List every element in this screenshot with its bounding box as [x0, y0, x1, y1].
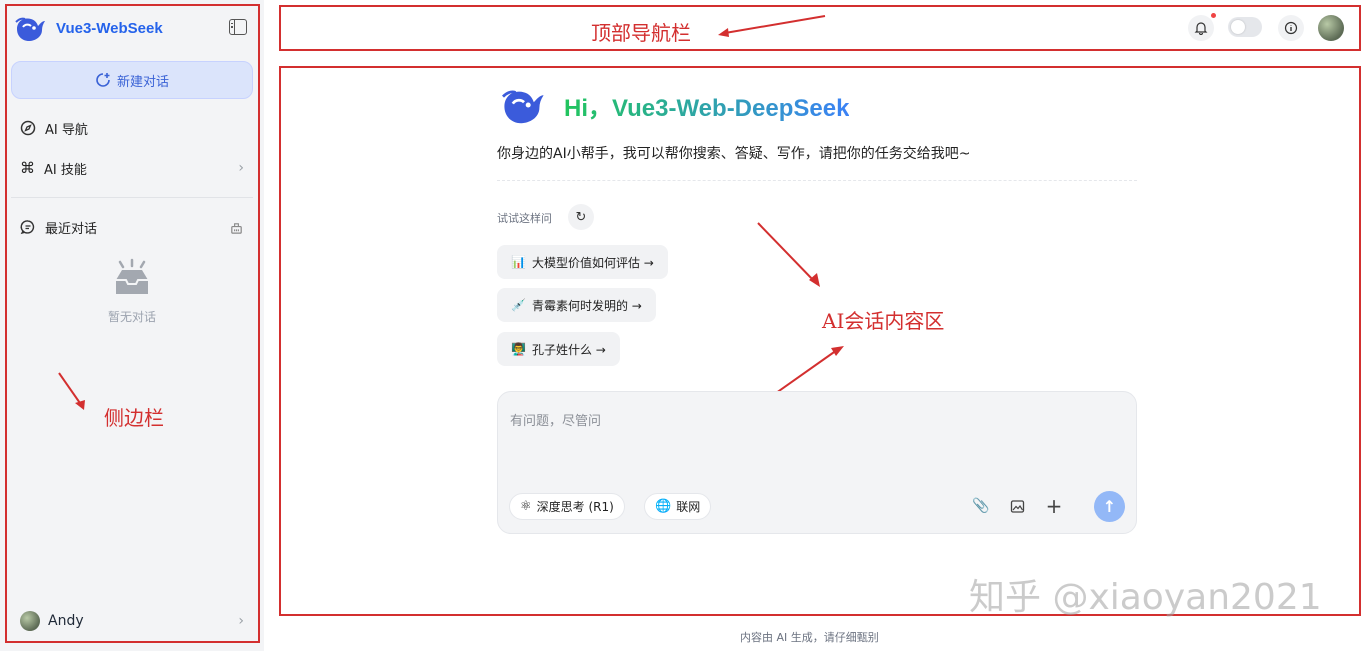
sidebar-item-ai-skills[interactable]: ⌘ AI 技能 ›: [20, 156, 244, 180]
brand-title: Vue3-WebSeek: [56, 19, 163, 37]
brand[interactable]: Vue3-WebSeek: [14, 12, 163, 44]
try-asking-label: 试试这样问: [497, 212, 552, 225]
theme-toggle[interactable]: [1228, 17, 1262, 37]
new-chat-label: 新建对话: [116, 74, 169, 90]
send-button[interactable]: ↑: [1094, 491, 1125, 522]
user-avatar[interactable]: [1318, 15, 1344, 41]
info-icon[interactable]: [1278, 15, 1304, 41]
web-search-toggle[interactable]: 🌐 联网: [644, 493, 712, 520]
deep-think-toggle[interactable]: ⚛ 深度思考 (R1): [509, 493, 625, 520]
annotation-arrow: [58, 372, 85, 410]
recent-chats-title: 最近对话: [45, 221, 98, 237]
new-chat-button[interactable]: 新建对话: [11, 61, 253, 99]
watermark: 知乎 @xiaoyan2021: [969, 577, 1322, 618]
top-nav: 顶部导航栏: [279, 5, 1361, 51]
chat-content-area: Hi，Vue3-Web-DeepSeek 你身边的AI小帮手，我可以帮你搜索、答…: [279, 66, 1361, 618]
hero: Hi，Vue3-Web-DeepSeek: [498, 84, 849, 126]
annotation-arrow: [718, 15, 826, 37]
chart-icon: 📊: [511, 255, 526, 269]
chat-plus-icon: [96, 73, 110, 87]
empty-state: 暂无对话: [90, 258, 174, 325]
sidebar-collapse-icon[interactable]: [229, 19, 247, 35]
user-name: Andy: [48, 613, 84, 629]
hero-subtitle: 你身边的AI小帮手，我可以帮你搜索、答疑、写作，请把你的任务交给我吧~: [497, 146, 971, 162]
suggestion-text: 青霉素何时发明的 →: [531, 298, 642, 313]
paperclip-icon[interactable]: 📎: [971, 496, 991, 516]
command-icon: ⌘: [20, 159, 35, 177]
suggestion-chip[interactable]: 📊 大模型价值如何评估 →: [497, 245, 668, 279]
whale-logo-icon: [15, 17, 45, 41]
web-search-label: 联网: [676, 500, 701, 514]
suggestion-chip[interactable]: 💉 青霉素何时发明的 →: [497, 288, 656, 322]
atom-icon: ⚛: [520, 499, 532, 514]
notification-dot: [1211, 13, 1216, 18]
content-annotation: AI会话内容区: [822, 309, 945, 333]
compass-icon: [20, 120, 36, 136]
sidebar-item-ai-nav[interactable]: AI 导航: [20, 116, 244, 140]
syringe-icon: 💉: [511, 298, 526, 312]
plus-icon[interactable]: +: [1044, 494, 1064, 518]
suggestion-chip[interactable]: 👨‍🏫 孔子姓什么 →: [497, 332, 620, 366]
sidebar-divider: [11, 197, 253, 198]
refresh-icon[interactable]: ↻: [568, 204, 594, 230]
whale-logo-icon: [502, 90, 544, 124]
user-profile[interactable]: Andy ›: [20, 608, 244, 634]
recent-chats-header: 最近对话: [20, 215, 244, 239]
clean-icon[interactable]: [229, 220, 244, 235]
sidebar-item-label: AI 技能: [44, 162, 87, 178]
sidebar: Vue3-WebSeek 新建对话 AI 导航 ⌘ AI 技能 › 最近对话 暂…: [0, 0, 264, 651]
deep-think-label: 深度思考 (R1): [536, 500, 614, 514]
empty-text: 暂无对话: [107, 310, 156, 324]
sidebar-annotation: 侧边栏: [104, 406, 164, 430]
bell-icon[interactable]: [1188, 15, 1214, 41]
chevron-right-icon: ›: [238, 160, 244, 176]
footer-disclaimer: 内容由 AI 生成，请仔细甄别: [740, 631, 879, 644]
chat-input-box[interactable]: 有问题，尽管问 ⚛ 深度思考 (R1) 🌐 联网 📎 + ↑: [497, 391, 1137, 534]
app-root: Vue3-WebSeek 新建对话 AI 导航 ⌘ AI 技能 › 最近对话 暂…: [0, 0, 1366, 651]
chevron-right-icon: ›: [238, 613, 244, 629]
teacher-icon: 👨‍🏫: [511, 342, 526, 356]
suggestion-text: 大模型价值如何评估 →: [531, 255, 654, 270]
avatar: [20, 611, 40, 631]
chat-bubble-icon: [20, 220, 35, 235]
chat-input[interactable]: 有问题，尽管问: [510, 410, 601, 429]
globe-icon: 🌐: [655, 499, 672, 514]
topnav-annotation: 顶部导航栏: [591, 21, 691, 45]
sidebar-item-label: AI 导航: [45, 122, 88, 138]
suggestion-text: 孔子姓什么 →: [531, 342, 606, 357]
annotation-arrow: [757, 222, 820, 287]
hero-title: Hi，Vue3-Web-DeepSeek: [564, 88, 849, 123]
divider: [497, 180, 1137, 181]
empty-inbox-icon: [116, 258, 148, 294]
image-icon[interactable]: [1007, 496, 1027, 516]
